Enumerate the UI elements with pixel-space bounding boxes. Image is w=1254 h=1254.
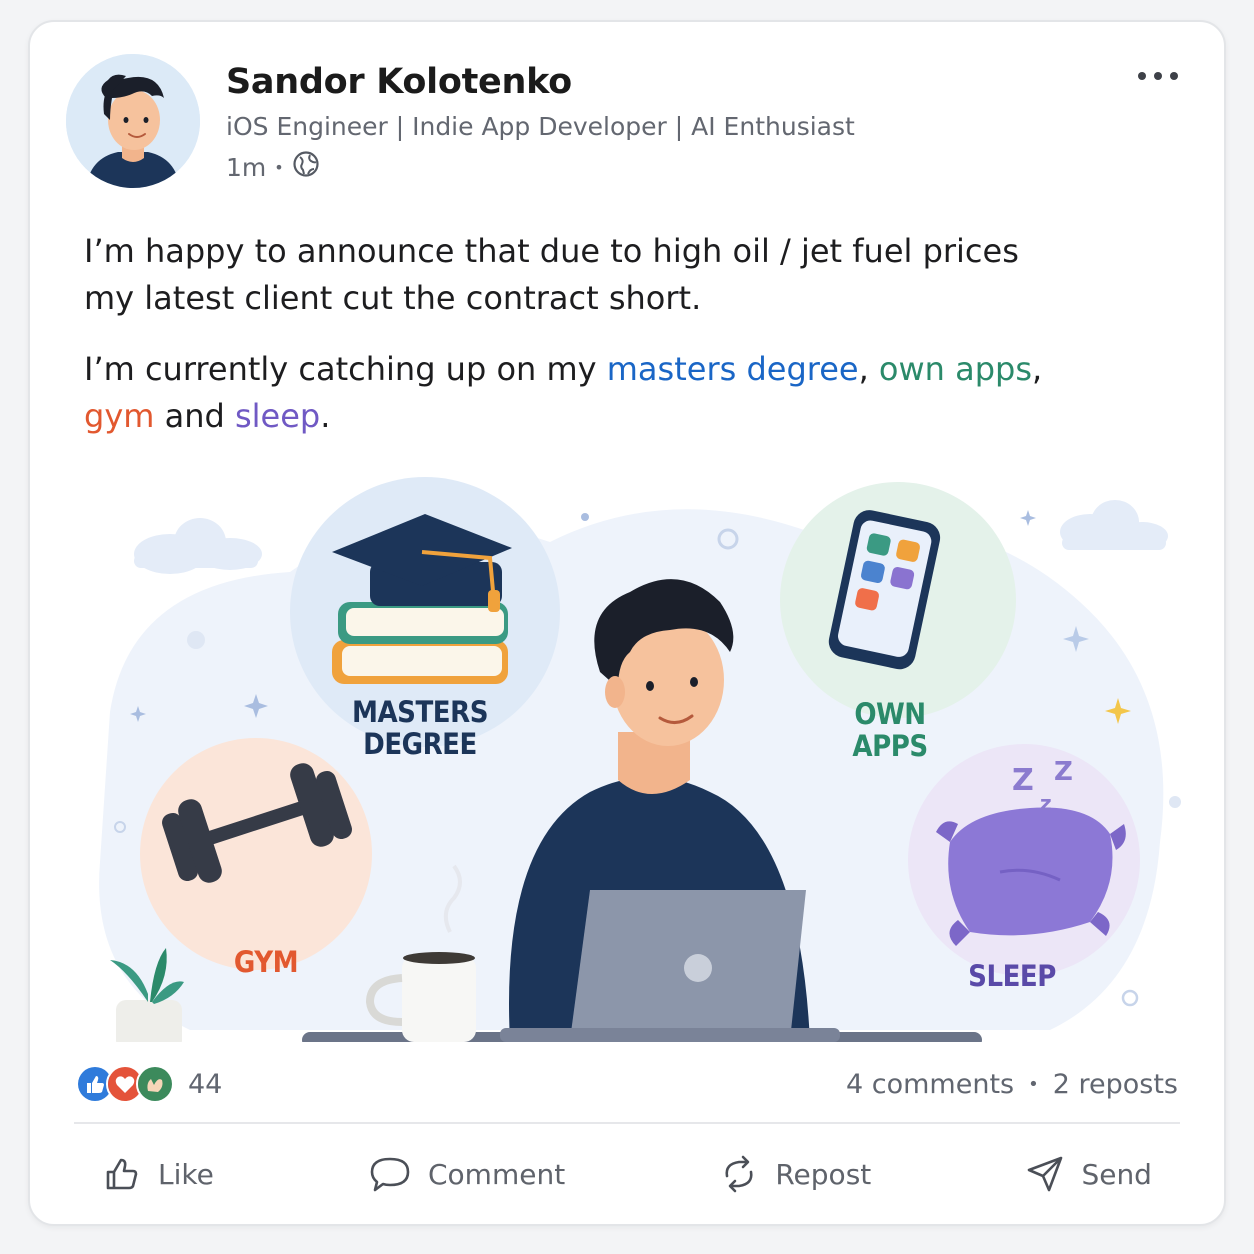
author-name[interactable]: Sandor Kolotenko <box>226 62 572 102</box>
comment-icon <box>368 1154 412 1194</box>
send-icon <box>1025 1154 1065 1194</box>
reposts-count[interactable]: 2 reposts <box>1053 1069 1178 1100</box>
label-own-apps: OWN APPS <box>790 698 990 762</box>
comments-count[interactable]: 4 comments <box>846 1069 1014 1100</box>
comment-label: Comment <box>428 1157 566 1191</box>
label-masters-degree: MASTERS DEGREE <box>320 696 520 760</box>
zzz-icon: Z <box>1012 763 1034 798</box>
comma: , <box>1032 350 1043 388</box>
comma: , <box>858 350 879 388</box>
post-meta: 1m • <box>226 150 320 184</box>
post-paragraph-1: I’m happy to announce that due to high o… <box>84 228 1084 322</box>
post-time: 1m <box>226 152 267 182</box>
highlight-sleep: sleep <box>234 397 321 435</box>
svg-text:Z: Z <box>1054 757 1073 787</box>
stats-separator: • <box>1028 1073 1039 1095</box>
engagement-stats: 4 comments • 2 reposts <box>846 1069 1178 1100</box>
more-options-icon[interactable] <box>1134 66 1182 86</box>
paragraph-1-line-1: I’m happy to announce that due to high o… <box>84 232 1019 270</box>
like-button[interactable]: Like <box>90 1150 226 1198</box>
thumbs-up-icon <box>102 1154 142 1194</box>
post-illustration[interactable]: Z z Z MASTERS DEGREE OWN APPS GYM SLEEP <box>70 462 1212 1052</box>
highlight-own-apps: own apps <box>878 350 1033 388</box>
celebrate-reaction-icon <box>136 1065 174 1103</box>
action-bar: Like Comment Repost Send <box>90 1146 1164 1202</box>
label-masters-line-2: DEGREE <box>363 727 477 761</box>
period: . <box>320 397 331 435</box>
label-masters-line-1: MASTERS <box>352 695 488 729</box>
globe-icon <box>292 150 320 184</box>
label-sleep: SLEEP <box>968 959 1056 993</box>
label-apps-line-1: OWN <box>854 697 926 731</box>
author-headline: iOS Engineer | Indie App Developer | AI … <box>226 112 855 141</box>
social-counts: 44 4 comments • 2 reposts <box>76 1062 1178 1106</box>
post-body: I’m happy to announce that due to high o… <box>84 228 1084 464</box>
post-paragraph-2: I’m currently catching up on my masters … <box>84 346 1084 440</box>
label-apps-line-2: APPS <box>852 729 928 763</box>
avatar[interactable] <box>66 54 200 188</box>
reaction-count: 44 <box>188 1068 223 1100</box>
repost-button[interactable]: Repost <box>707 1150 883 1198</box>
conjunction: and <box>154 397 235 435</box>
send-button[interactable]: Send <box>1013 1150 1164 1198</box>
send-label: Send <box>1081 1157 1152 1191</box>
repost-label: Repost <box>775 1157 872 1191</box>
comment-button[interactable]: Comment <box>356 1150 577 1198</box>
like-label: Like <box>158 1157 214 1191</box>
meta-separator: • <box>274 157 284 177</box>
paragraph-1-line-2: my latest client cut the contract short. <box>84 279 702 317</box>
label-gym: GYM <box>233 945 299 979</box>
paragraph-2-prefix: I’m currently catching up on my <box>84 350 607 388</box>
highlight-masters-degree: masters degree <box>606 350 859 388</box>
reactions-summary[interactable]: 44 <box>76 1065 222 1103</box>
highlight-gym: gym <box>84 397 155 435</box>
post-card: Sandor Kolotenko iOS Engineer | Indie Ap… <box>28 20 1226 1226</box>
svg-text:z: z <box>1040 791 1052 815</box>
actions-divider <box>74 1122 1180 1124</box>
repost-icon <box>719 1154 759 1194</box>
